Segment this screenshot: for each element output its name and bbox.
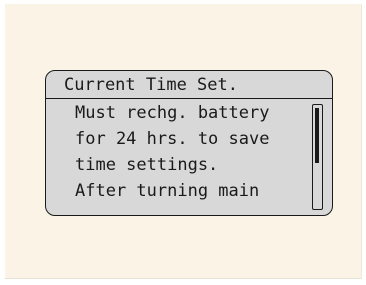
scrollbar[interactable] (312, 104, 323, 210)
scroll-thumb[interactable] (315, 108, 319, 163)
lcd-display: Current Time Set. Must rechg. battery fo… (45, 70, 333, 216)
message-line: After turning main (75, 181, 260, 201)
instruction-panel: Current Time Set. Must rechg. battery fo… (5, 4, 362, 279)
screen-title: Current Time Set. (64, 75, 238, 95)
message-line: for 24 hrs. to save (75, 129, 270, 149)
message-line: Must rechg. battery (75, 103, 270, 123)
message-line: time settings. (75, 155, 219, 175)
title-divider (46, 98, 332, 99)
message-body: Must rechg. battery for 24 hrs. to save … (75, 100, 305, 204)
